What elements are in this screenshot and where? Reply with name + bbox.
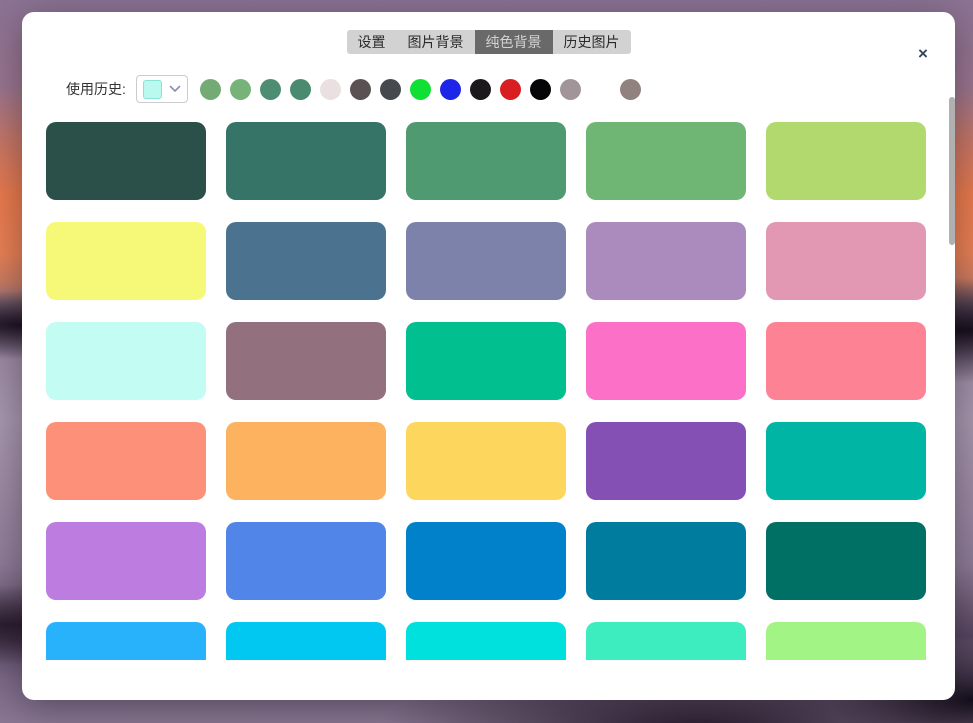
history-color-dot[interactable] [590, 79, 611, 100]
color-swatch[interactable] [586, 422, 746, 500]
color-swatch[interactable] [46, 122, 206, 200]
history-color-dot[interactable] [620, 79, 641, 100]
color-swatch[interactable] [766, 122, 926, 200]
color-swatch[interactable] [586, 122, 746, 200]
color-swatch[interactable] [406, 122, 566, 200]
color-swatch[interactable] [406, 522, 566, 600]
color-grid-scroll-area [22, 112, 955, 660]
color-swatch[interactable] [46, 522, 206, 600]
tab-solid-color-background[interactable]: 纯色背景 [475, 30, 553, 54]
history-color-dot[interactable] [200, 79, 221, 100]
color-swatch[interactable] [46, 622, 206, 660]
color-swatch[interactable] [226, 522, 386, 600]
color-swatch[interactable] [406, 422, 566, 500]
color-swatch[interactable] [766, 522, 926, 600]
color-swatch[interactable] [586, 622, 746, 660]
history-color-dot[interactable] [560, 79, 581, 100]
tab-bar: 设置 图片背景 纯色背景 历史图片 [22, 30, 955, 54]
history-color-dot[interactable] [290, 79, 311, 100]
color-grid [46, 122, 955, 660]
history-color-dot[interactable] [350, 79, 371, 100]
color-swatch[interactable] [46, 322, 206, 400]
history-color-dot[interactable] [380, 79, 401, 100]
selected-color-swatch [143, 80, 162, 99]
history-color-dot[interactable] [260, 79, 281, 100]
color-swatch[interactable] [766, 322, 926, 400]
color-swatch[interactable] [766, 422, 926, 500]
color-swatch[interactable] [586, 522, 746, 600]
chevron-down-icon [169, 85, 181, 93]
tab-image-background[interactable]: 图片背景 [397, 30, 475, 54]
history-color-select[interactable] [136, 75, 188, 103]
close-icon[interactable]: × [911, 42, 935, 66]
history-color-dot[interactable] [230, 79, 251, 100]
tab-bar-inner: 设置 图片背景 纯色背景 历史图片 [347, 30, 631, 54]
tab-history-images[interactable]: 历史图片 [553, 30, 631, 54]
color-swatch[interactable] [406, 222, 566, 300]
color-swatch[interactable] [226, 622, 386, 660]
history-label: 使用历史: [66, 79, 126, 99]
color-swatch[interactable] [226, 122, 386, 200]
history-color-dot[interactable] [500, 79, 521, 100]
color-swatch[interactable] [226, 222, 386, 300]
color-swatch[interactable] [586, 222, 746, 300]
color-swatch[interactable] [586, 322, 746, 400]
history-color-dot[interactable] [320, 79, 341, 100]
history-color-dot[interactable] [530, 79, 551, 100]
color-swatch[interactable] [406, 322, 566, 400]
history-row: 使用历史: [66, 74, 925, 104]
tab-settings[interactable]: 设置 [347, 30, 397, 54]
history-color-dot[interactable] [410, 79, 431, 100]
color-swatch[interactable] [46, 422, 206, 500]
color-swatch[interactable] [226, 322, 386, 400]
history-swatch-list [200, 79, 650, 100]
history-color-dot[interactable] [470, 79, 491, 100]
color-swatch[interactable] [226, 422, 386, 500]
scrollbar[interactable] [949, 97, 955, 245]
color-swatch[interactable] [766, 622, 926, 660]
color-swatch[interactable] [766, 222, 926, 300]
color-swatch[interactable] [46, 222, 206, 300]
settings-modal: 设置 图片背景 纯色背景 历史图片 × 使用历史: [22, 12, 955, 700]
history-color-dot[interactable] [440, 79, 461, 100]
color-swatch[interactable] [406, 622, 566, 660]
